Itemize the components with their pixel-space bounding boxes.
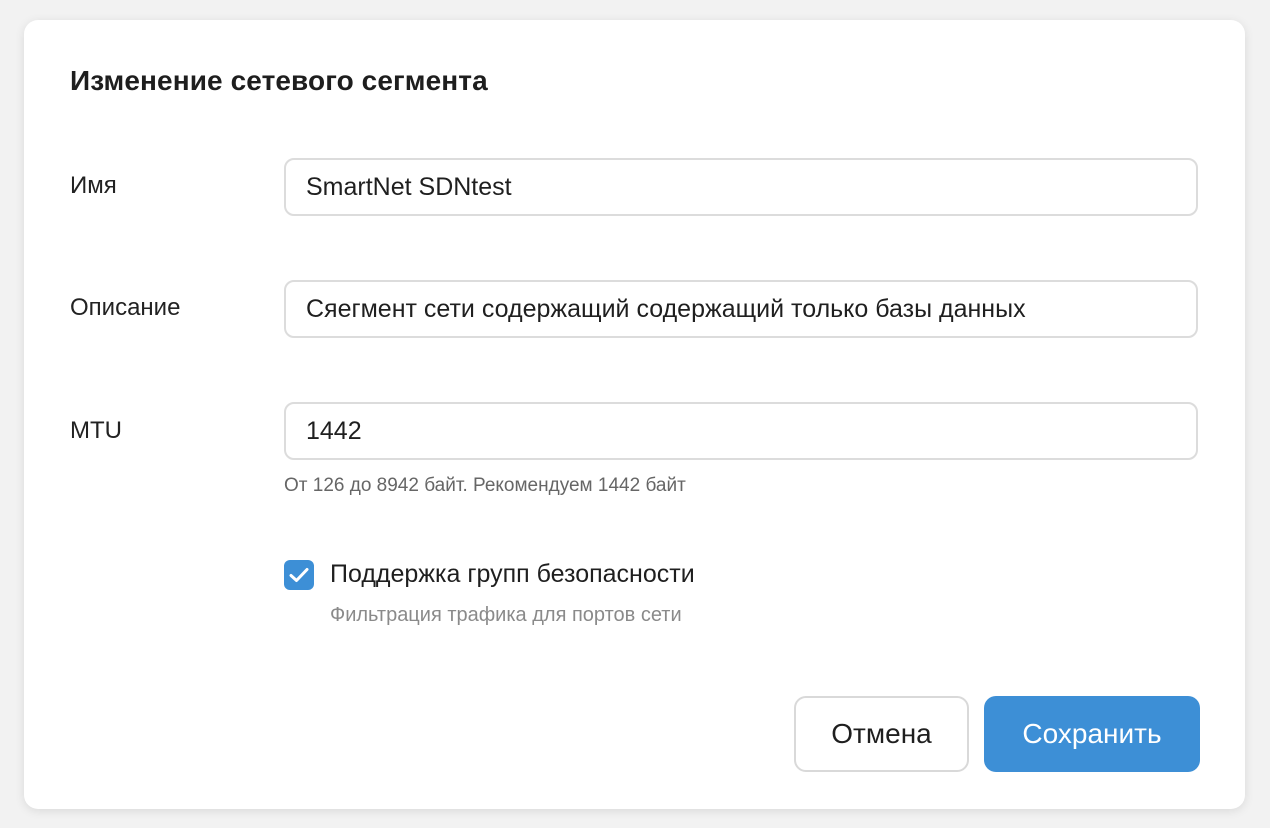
edit-network-segment-dialog: Изменение сетевого сегмента Имя Описание… <box>24 20 1245 809</box>
mtu-hint: От 126 до 8942 байт. Рекомендуем 1442 ба… <box>284 475 686 496</box>
checkmark-icon <box>289 568 309 582</box>
save-button[interactable]: Сохранить <box>984 696 1200 772</box>
description-label: Описание <box>70 294 181 321</box>
security-groups-description: Фильтрация трафика для портов сети <box>330 604 682 626</box>
mtu-label: MTU <box>70 417 122 444</box>
security-groups-label[interactable]: Поддержка групп безопасности <box>330 560 695 589</box>
name-label: Имя <box>70 172 117 199</box>
mtu-input[interactable] <box>284 402 1198 460</box>
description-input[interactable] <box>284 280 1198 338</box>
dialog-title: Изменение сетевого сегмента <box>70 65 488 96</box>
security-groups-checkbox[interactable] <box>284 560 314 590</box>
name-input[interactable] <box>284 158 1198 216</box>
cancel-button[interactable]: Отмена <box>794 696 969 772</box>
